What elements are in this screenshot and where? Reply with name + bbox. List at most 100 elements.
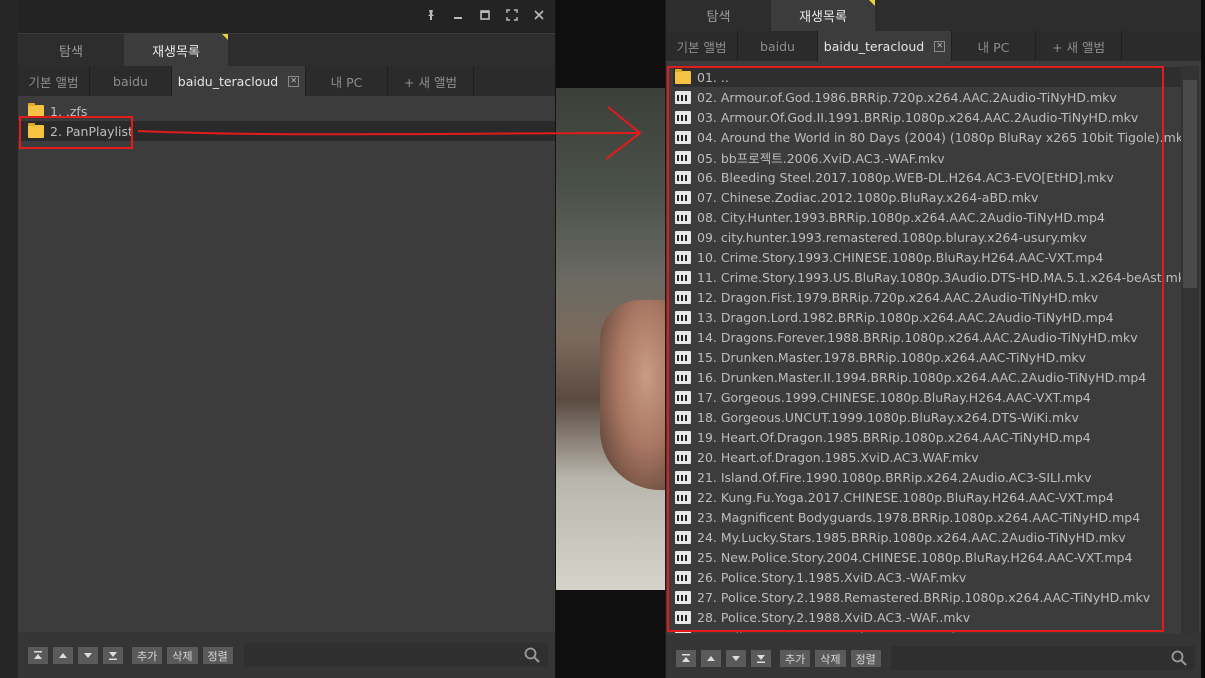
tab-baidu[interactable]: baidu [738,31,818,61]
left-edge-panel [0,0,19,678]
list-item[interactable]: 16. Drunken.Master.II.1994.BRRip.1080p.x… [673,367,1182,387]
add-button[interactable]: 추가 [780,650,811,667]
list-item[interactable]: 25. New.Police.Story.2004.CHINESE.1080p.… [673,547,1182,567]
list-item[interactable]: 13. Dragon.Lord.1982.BRRip.1080p.x264.AA… [673,307,1182,327]
list-item[interactable]: 08. City.Hunter.1993.BRRip.1080p.x264.AA… [673,207,1182,227]
video-file-icon [675,570,691,584]
right-playlist-window: 탐색 재생목록 기본 앨범 baidu baidu_teracloud ✕ 내 … [665,0,1201,678]
pin-icon[interactable] [424,8,437,22]
item-label: 18. Gorgeous.UNCUT.1999.1080p.BluRay.x26… [697,409,1079,425]
list-item[interactable]: 10. Crime.Story.1993.CHINESE.1080p.BluRa… [673,247,1182,267]
window-controls [424,8,545,22]
list-item[interactable]: 14. Dragons.Forever.1988.BRRip.1080p.x26… [673,327,1182,347]
tab-default-album[interactable]: 기본 앨범 [666,31,738,61]
tab-label: baidu_teracloud [177,73,279,89]
move-top-icon[interactable] [676,650,696,667]
list-item[interactable]: 05. bb프로젝트.2006.XviD.AC3.-WAF.mkv [673,147,1182,167]
list-item[interactable]: 02. Armour.of.God.1986.BRRip.720p.x264.A… [673,87,1182,107]
list-item[interactable]: 07. Chinese.Zodiac.2012.1080p.BluRay.x26… [673,187,1182,207]
sort-button[interactable]: 정렬 [850,650,881,667]
move-bottom-icon[interactable] [751,650,771,667]
tab-baidu[interactable]: baidu [90,66,172,96]
tab-new-album[interactable]: + 새 앨범 [1036,31,1122,61]
video-face [600,300,666,490]
sort-button[interactable]: 정렬 [202,647,233,664]
list-item[interactable]: 27. Police.Story.2.1988.Remastered.BRRip… [673,587,1182,607]
minimize-icon[interactable] [451,8,464,22]
delete-button[interactable]: 삭제 [815,650,846,667]
list-item[interactable]: 29. Police.Story.3.1992.XviD.AC3.-WAF.mk… [673,627,1182,633]
list-item[interactable]: 19. Heart.Of.Dragon.1985.BRRip.1080p.x26… [673,427,1182,447]
tab-explore[interactable]: 탐색 [666,0,771,31]
close-icon[interactable] [532,8,545,22]
tab-explore[interactable]: 탐색 [18,34,124,66]
item-label: 13. Dragon.Lord.1982.BRRip.1080p.x264.AA… [697,309,1114,325]
delete-button[interactable]: 삭제 [167,647,198,664]
item-label: 21. Island.Of.Fire.1990.1080p.BRRip.x264… [697,469,1092,485]
list-item[interactable]: 18. Gorgeous.UNCUT.1999.1080p.BluRay.x26… [673,407,1182,427]
list-item[interactable]: 06. Bleeding Steel.2017.1080p.WEB-DL.H26… [673,167,1182,187]
right-search-input[interactable] [891,646,1195,670]
search-icon[interactable] [1171,650,1187,666]
video-file-icon [675,370,691,384]
search-icon[interactable] [524,647,540,663]
left-search-input[interactable] [244,643,548,667]
item-label: 24. My.Lucky.Stars.1985.BRRip.1080p.x264… [697,529,1126,545]
tab-baidu-teracloud[interactable]: baidu_teracloud ✕ [818,31,952,61]
item-label: 25. New.Police.Story.2004.CHINESE.1080p.… [697,549,1133,565]
tab-playlist[interactable]: 재생목록 [124,34,228,66]
item-label: 29. Police.Story.3.1992.XviD.AC3.-WAF.mk… [697,630,966,634]
tab-baidu-teracloud[interactable]: baidu_teracloud ✕ [172,66,306,96]
list-item[interactable]: 11. Crime.Story.1993.US.BluRay.1080p.3Au… [673,267,1182,287]
list-item[interactable]: 15. Drunken.Master.1978.BRRip.1080p.x264… [673,347,1182,367]
tab-playlist[interactable]: 재생목록 [771,0,875,31]
move-top-icon[interactable] [28,647,48,664]
list-item[interactable]: 04. Around the World in 80 Days (2004) (… [673,127,1182,147]
video-file-icon [675,410,691,424]
move-down-icon[interactable] [78,647,98,664]
list-item[interactable]: 24. My.Lucky.Stars.1985.BRRip.1080p.x264… [673,527,1182,547]
scrollbar-thumb[interactable] [1183,80,1197,288]
video-file-icon [675,510,691,524]
video-file-icon [675,550,691,564]
item-label: 28. Police.Story.2.1988.XviD.AC3.-WAF..m… [697,609,971,625]
video-file-icon [675,390,691,404]
video-file-icon [675,630,691,633]
list-item[interactable]: 01. .. [673,67,1182,87]
list-item[interactable]: 09. city.hunter.1993.remastered.1080p.bl… [673,227,1182,247]
list-item[interactable]: 23. Magnificent Bodyguards.1978.BRRip.10… [673,507,1182,527]
tab-my-pc[interactable]: 내 PC [306,66,388,96]
item-label: 15. Drunken.Master.1978.BRRip.1080p.x264… [697,349,1087,365]
video-file-icon [675,130,691,144]
add-button[interactable]: 추가 [132,647,163,664]
video-file-icon [675,270,691,284]
video-file-icon [675,190,691,204]
fullscreen-icon[interactable] [505,8,518,22]
move-bottom-icon[interactable] [103,647,123,664]
main-tabs: 탐색 재생목록 [666,0,1201,31]
item-label: 2. PanPlaylist [50,123,133,139]
tab-my-pc[interactable]: 내 PC [952,31,1036,61]
move-up-icon[interactable] [701,650,721,667]
item-label: 16. Drunken.Master.II.1994.BRRip.1080p.x… [697,369,1147,385]
move-up-icon[interactable] [53,647,73,664]
tab-new-album[interactable]: + 새 앨범 [388,66,474,96]
maximize-icon[interactable] [478,8,491,22]
close-tab-icon[interactable]: ✕ [934,40,946,52]
list-item[interactable]: 26. Police.Story.1.1985.XviD.AC3.-WAF.mk… [673,567,1182,587]
item-label: 04. Around the World in 80 Days (2004) (… [697,129,1182,145]
video-file-icon [675,430,691,444]
close-tab-icon[interactable]: ✕ [288,75,300,87]
tab-default-album[interactable]: 기본 앨범 [18,66,90,96]
list-item[interactable]: 03. Armour.Of.God.II.1991.BRRip.1080p.x2… [673,107,1182,127]
item-label: 09. city.hunter.1993.remastered.1080p.bl… [697,229,1087,245]
list-item[interactable]: 20. Heart.of.Dragon.1985.XviD.AC3.WAF.mk… [673,447,1182,467]
list-item[interactable]: 17. Gorgeous.1999.CHINESE.1080p.BluRay.H… [673,387,1182,407]
list-item[interactable]: 21. Island.Of.Fire.1990.1080p.BRRip.x264… [673,467,1182,487]
list-item[interactable]: 28. Police.Story.2.1988.XviD.AC3.-WAF..m… [673,607,1182,627]
item-label: 12. Dragon.Fist.1979.BRRip.720p.x264.AAC… [697,289,1099,305]
move-down-icon[interactable] [726,650,746,667]
list-item[interactable]: 22. Kung.Fu.Yoga.2017.CHINESE.1080p.BluR… [673,487,1182,507]
item-label: 17. Gorgeous.1999.CHINESE.1080p.BluRay.H… [697,389,1091,405]
list-item[interactable]: 12. Dragon.Fist.1979.BRRip.720p.x264.AAC… [673,287,1182,307]
